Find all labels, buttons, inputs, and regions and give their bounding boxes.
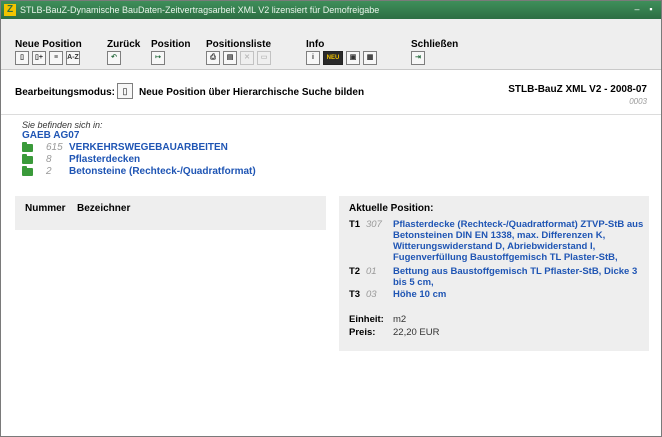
group-label: Schließen <box>411 39 459 50</box>
current-position-panel: Aktuelle Position: T1 307 Pflasterdecke … <box>339 196 649 351</box>
document-list-icon[interactable]: ≡ <box>49 51 63 65</box>
delete-icon[interactable]: ✕ <box>240 51 254 65</box>
breadcrumb-item[interactable]: 8 Pflasterdecken <box>22 154 422 166</box>
exit-door-icon[interactable]: ⇥ <box>411 51 425 65</box>
close-window-button[interactable]: ▪ <box>645 4 657 15</box>
new-document-icon[interactable]: ▯ <box>15 51 29 65</box>
info-print-icon[interactable]: ▦ <box>363 51 377 65</box>
breadcrumb: Sie befinden sich in: GAEB AG07 615 VERK… <box>22 120 422 190</box>
list-disabled-icon[interactable]: ▭ <box>257 51 271 65</box>
position-level: T2 <box>349 266 361 277</box>
list-document-icon[interactable]: ▤ <box>223 51 237 65</box>
position-level: T1 <box>349 219 361 230</box>
position-list-panel: Nummer Bezeichner <box>15 196 326 230</box>
undo-icon[interactable]: ↶ <box>107 51 121 65</box>
app-logo-icon: Z <box>4 4 16 16</box>
version-label: STLB-BauZ XML V2 - 2008-07 <box>508 84 647 95</box>
panel-title: Aktuelle Position: <box>349 203 434 214</box>
breadcrumb-item[interactable]: 2 Betonsteine (Rechteck-/Quadratformat) <box>22 166 422 178</box>
unit-label: Einheit: <box>349 314 384 325</box>
group-label: Zurück <box>107 39 141 50</box>
column-header-number[interactable]: Nummer <box>25 203 66 214</box>
group-label: Positionsliste <box>206 39 272 50</box>
column-header-label[interactable]: Bezeichner <box>77 203 130 214</box>
folder-icon <box>22 154 33 164</box>
folder-icon <box>22 142 33 152</box>
position-text-link[interactable]: Pflasterdecke (Rechteck-/Quadratformat) … <box>393 219 645 263</box>
breadcrumb-item[interactable]: 615 VERKEHRSWEGEBAUARBEITEN <box>22 142 422 154</box>
toolbar: Neue Position ▯ ▯+ ≡ A-Z Zurück ↶ Positi… <box>1 19 661 70</box>
info-window-icon[interactable]: ▣ <box>346 51 360 65</box>
price-value: 22,20 EUR <box>393 327 440 338</box>
position-arrow-icon[interactable]: ↦ <box>151 51 165 65</box>
price-label: Preis: <box>349 327 376 338</box>
minimize-button[interactable]: – <box>631 4 643 15</box>
breadcrumb-link[interactable]: Betonsteine (Rechteck-/Quadratformat) <box>69 166 256 177</box>
position-number: 01 <box>366 266 377 277</box>
mode-description: Neue Position über Hierarchische Suche b… <box>139 87 365 98</box>
window-title: STLB-BauZ-Dynamische BauDaten-Zeitvertra… <box>20 5 380 15</box>
group-label: Neue Position <box>15 39 82 50</box>
breadcrumb-link[interactable]: VERKEHRSWEGEBAUARBEITEN <box>69 142 228 153</box>
application-window: Z STLB-BauZ-Dynamische BauDaten-Zeitvert… <box>0 0 662 437</box>
new-badge-icon[interactable]: NEU <box>323 51 343 65</box>
breadcrumb-root-link[interactable]: GAEB AG07 <box>22 130 422 142</box>
group-label: Info <box>306 39 325 50</box>
position-text-link[interactable]: Höhe 10 cm <box>393 289 645 300</box>
position-level: T3 <box>349 289 361 300</box>
folder-icon <box>22 166 33 176</box>
position-text-link[interactable]: Bettung aus Baustoffgemisch TL Pflaster-… <box>393 266 645 288</box>
breadcrumb-number: 2 <box>46 166 52 177</box>
new-document-icon[interactable]: ▯ <box>117 83 133 99</box>
position-number: 307 <box>366 219 382 230</box>
breadcrumb-link[interactable]: Pflasterdecken <box>69 154 140 165</box>
position-number: 03 <box>366 289 377 300</box>
mode-bar: Bearbeitungsmodus: ▯ Neue Position über … <box>1 70 661 115</box>
mode-label: Bearbeitungsmodus: <box>15 87 116 98</box>
breadcrumb-intro: Sie befinden sich in: <box>22 120 103 130</box>
sort-az-icon[interactable]: A-Z <box>66 51 80 65</box>
list-print-icon[interactable]: ⎙ <box>206 51 220 65</box>
group-label: Position <box>151 39 191 50</box>
document-add-icon[interactable]: ▯+ <box>32 51 46 65</box>
unit-value: m2 <box>393 314 407 325</box>
version-number: 0003 <box>629 97 647 106</box>
breadcrumb-number: 8 <box>46 154 52 165</box>
title-bar[interactable]: Z STLB-BauZ-Dynamische BauDaten-Zeitvert… <box>1 1 661 19</box>
info-icon[interactable]: i <box>306 51 320 65</box>
breadcrumb-number: 615 <box>46 142 63 153</box>
